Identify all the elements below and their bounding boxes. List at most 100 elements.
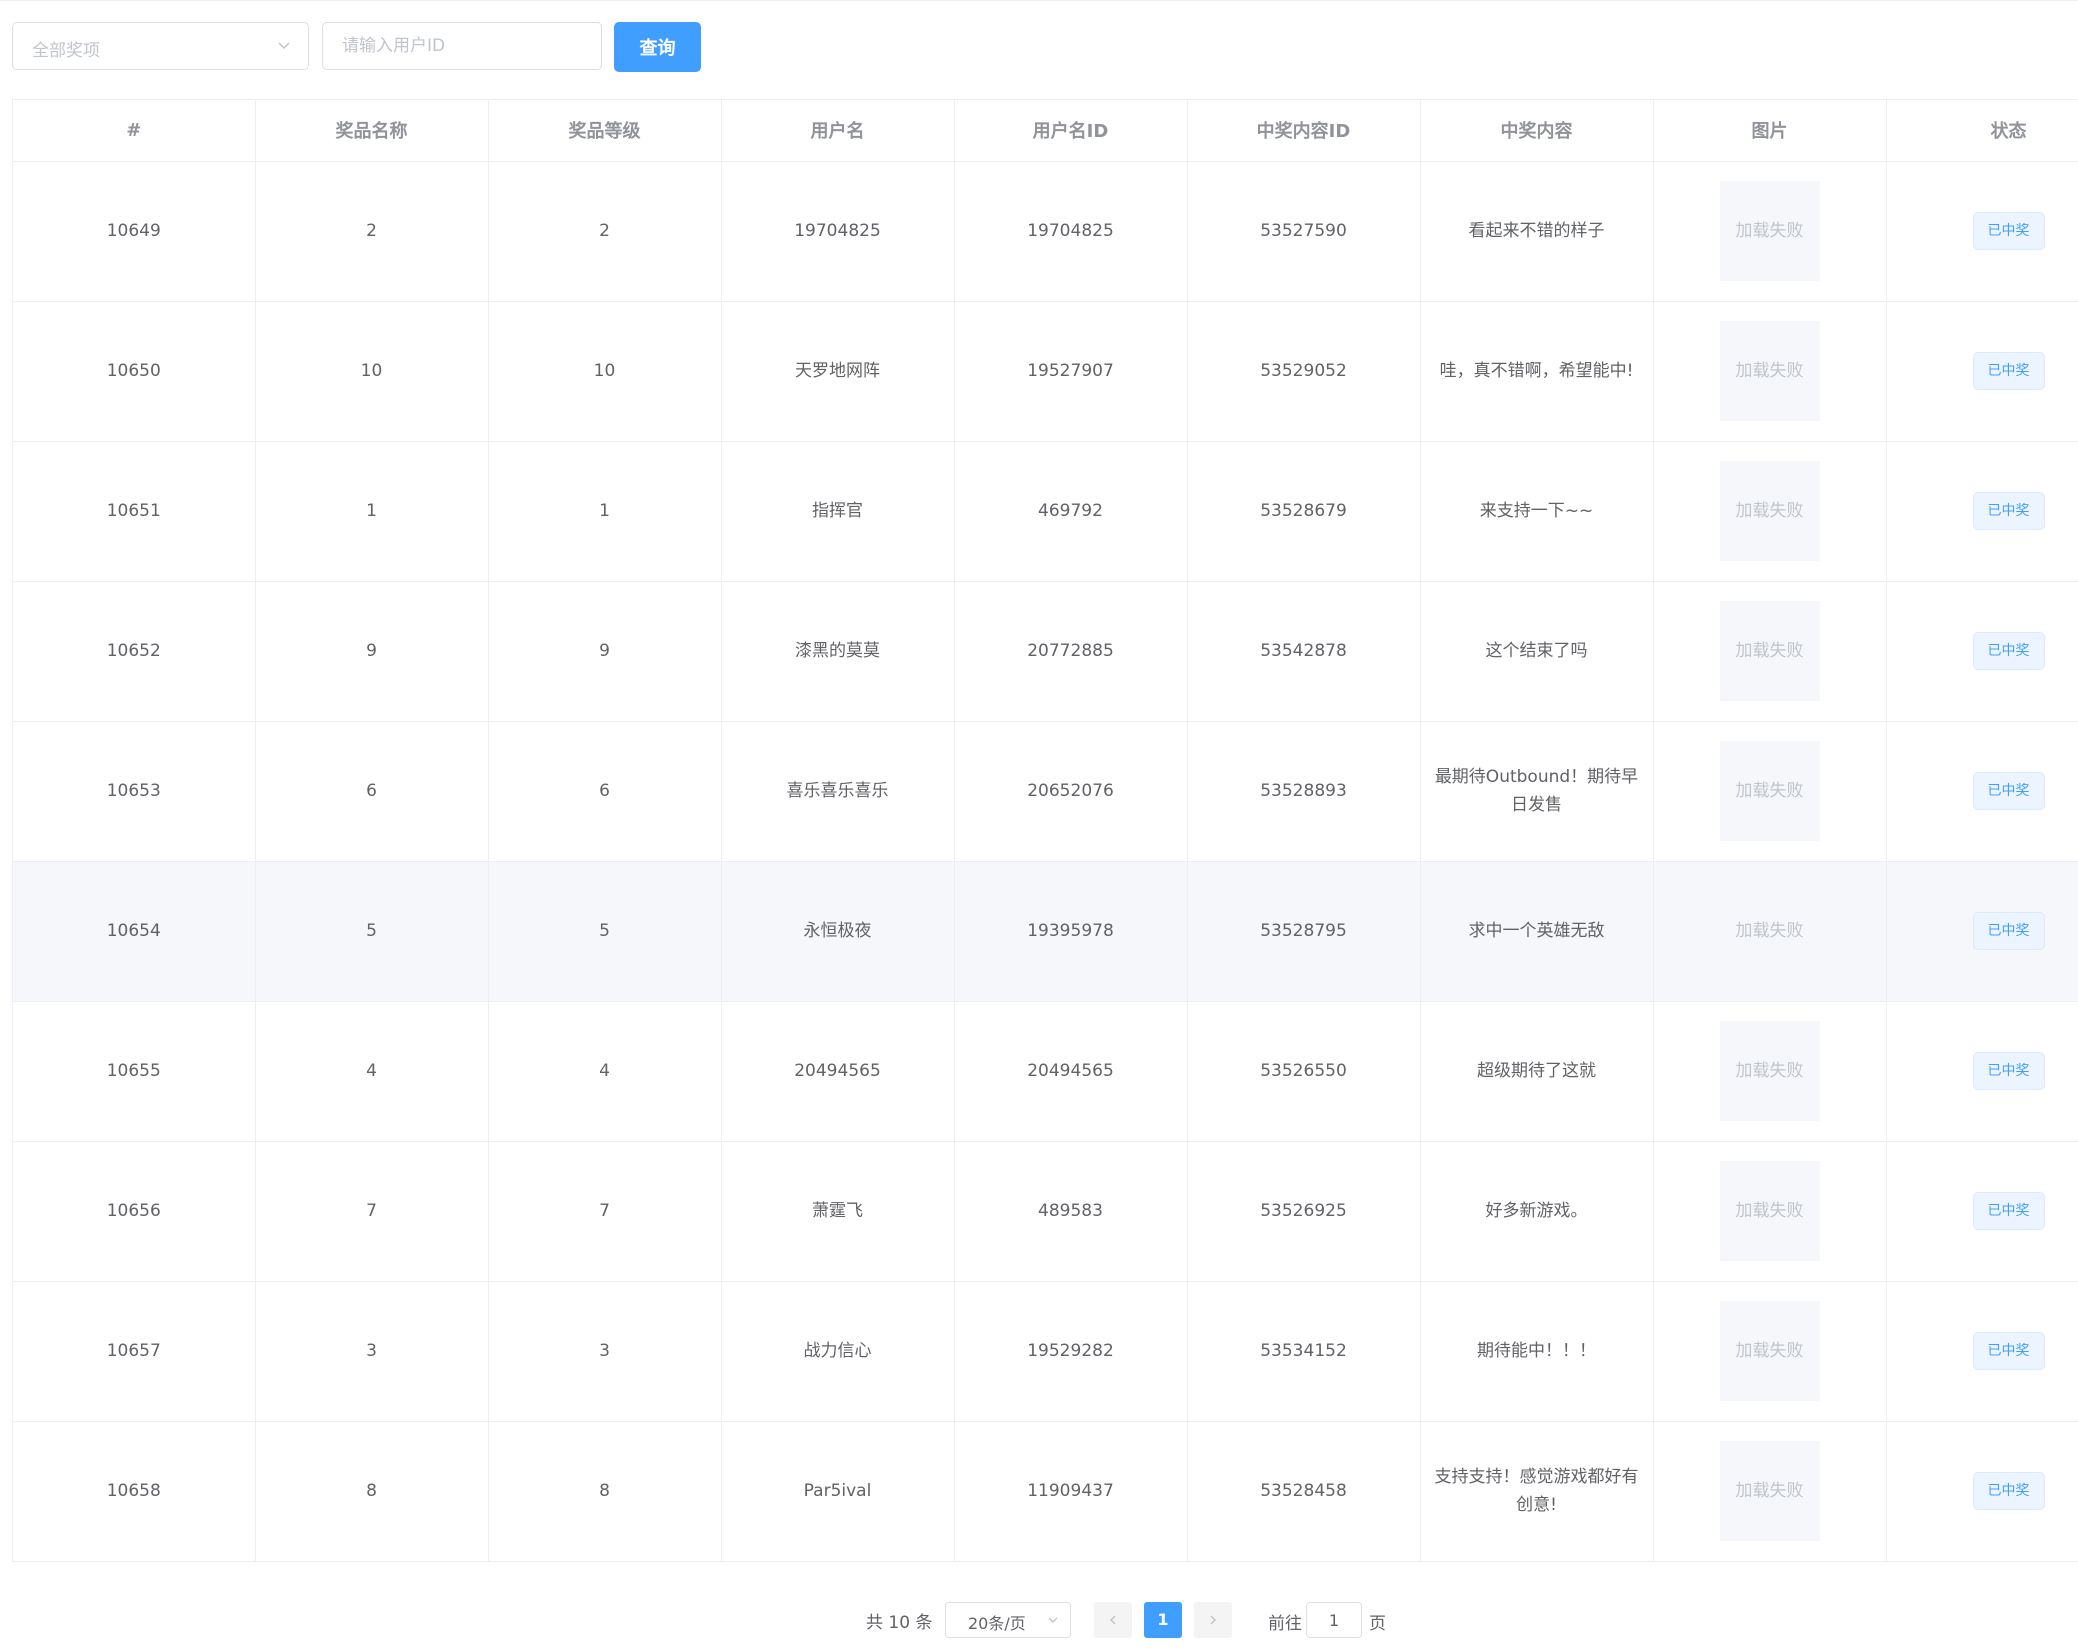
table-row[interactable]: 10656 7 7 萧霆飞 489583 53526925 好多新游戏。 加载失败 已中奖 bbox=[13, 1141, 2078, 1282]
cell-content: 支持支持！感觉游戏都好有创意! bbox=[1420, 1421, 1654, 1562]
goto-page-input[interactable] bbox=[1306, 1602, 1362, 1638]
prev-page-button[interactable] bbox=[1094, 1602, 1132, 1638]
cell-index: 10657 bbox=[13, 1281, 256, 1422]
status-badge: 已中奖 bbox=[1972, 772, 2045, 810]
column-header-content: 中奖内容 bbox=[1420, 100, 1654, 162]
cell-content: 来支持一下~~ bbox=[1420, 441, 1654, 582]
cell-content: 好多新游戏。 bbox=[1420, 1141, 1654, 1282]
cell-image: 加载失败 bbox=[1653, 581, 1887, 722]
cell-prize-name: 2 bbox=[255, 161, 489, 302]
cell-prize-name: 5 bbox=[255, 861, 489, 1002]
cell-image: 加载失败 bbox=[1653, 861, 1887, 1002]
cell-image: 加载失败 bbox=[1653, 1281, 1887, 1422]
query-button[interactable]: 查询 bbox=[614, 22, 701, 72]
cell-content: 期待能中！！！ bbox=[1420, 1281, 1654, 1422]
cell-content-id: 53534152 bbox=[1187, 1281, 1421, 1422]
cell-prize-level: 2 bbox=[488, 161, 722, 302]
cell-index: 10658 bbox=[13, 1421, 256, 1562]
chevron-down-icon bbox=[1048, 1617, 1058, 1623]
cell-user-id: 19395978 bbox=[954, 861, 1188, 1002]
cell-index: 10650 bbox=[13, 301, 256, 442]
cell-status: 已中奖 bbox=[1886, 161, 2078, 302]
table-row[interactable]: 10658 8 8 Par5ival 11909437 53528458 支持支持！感觉游戏… bbox=[13, 1421, 2078, 1562]
cell-prize-level: 9 bbox=[488, 581, 722, 722]
page-suffix-label: 页 bbox=[1369, 1614, 1386, 1634]
image-load-failed: 加载失败 bbox=[1719, 1441, 1820, 1541]
cell-content: 超级期待了这就 bbox=[1420, 1001, 1654, 1142]
filter-toolbar: 全部奖项 查询 bbox=[0, 0, 2078, 97]
prize-filter-select[interactable]: 全部奖项 bbox=[12, 22, 309, 70]
cell-prize-name: 9 bbox=[255, 581, 489, 722]
cell-prize-level: 10 bbox=[488, 301, 722, 442]
cell-content-id: 53529052 bbox=[1187, 301, 1421, 442]
image-load-failed: 加载失败 bbox=[1719, 461, 1820, 561]
page-number-button[interactable]: 1 bbox=[1144, 1602, 1182, 1638]
cell-image: 加载失败 bbox=[1653, 441, 1887, 582]
next-page-button[interactable] bbox=[1194, 1602, 1232, 1638]
status-badge: 已中奖 bbox=[1972, 1472, 2045, 1510]
column-header-status: 状态 bbox=[1886, 100, 2078, 162]
cell-prize-name: 3 bbox=[255, 1281, 489, 1422]
cell-user-id: 11909437 bbox=[954, 1421, 1188, 1562]
cell-index: 10649 bbox=[13, 161, 256, 302]
image-load-failed: 加载失败 bbox=[1719, 1301, 1820, 1401]
status-badge: 已中奖 bbox=[1972, 212, 2045, 250]
cell-content: 看起来不错的样子 bbox=[1420, 161, 1654, 302]
user-id-input[interactable] bbox=[322, 22, 602, 70]
table-row[interactable]: 10653 6 6 喜乐喜乐喜乐 20652076 53528893 最期待Outbound… bbox=[13, 721, 2078, 862]
cell-username: 喜乐喜乐喜乐 bbox=[721, 721, 955, 862]
table-row[interactable]: 10650 10 10 天罗地网阵 19527907 53529052 哇，真不错啊，希望能… bbox=[13, 301, 2078, 442]
cell-image: 加载失败 bbox=[1653, 301, 1887, 442]
cell-username: 萧霆飞 bbox=[721, 1141, 955, 1282]
cell-index: 10656 bbox=[13, 1141, 256, 1282]
status-badge: 已中奖 bbox=[1972, 1332, 2045, 1370]
cell-content-id: 53528679 bbox=[1187, 441, 1421, 582]
cell-username: 19704825 bbox=[721, 161, 955, 302]
cell-prize-name: 6 bbox=[255, 721, 489, 862]
cell-content: 哇，真不错啊，希望能中! bbox=[1420, 301, 1654, 442]
cell-prize-level: 6 bbox=[488, 721, 722, 862]
cell-username: 漆黑的莫莫 bbox=[721, 581, 955, 722]
cell-status: 已中奖 bbox=[1886, 1001, 2078, 1142]
cell-content: 这个结束了吗 bbox=[1420, 581, 1654, 722]
cell-status: 已中奖 bbox=[1886, 1421, 2078, 1562]
column-header-image: 图片 bbox=[1653, 100, 1887, 162]
cell-username: 指挥官 bbox=[721, 441, 955, 582]
table-row[interactable]: 10652 9 9 漆黑的莫莫 20772885 53542878 这个结束了吗 加载失败 已中… bbox=[13, 581, 2078, 722]
cell-username: 天罗地网阵 bbox=[721, 301, 955, 442]
cell-prize-name: 8 bbox=[255, 1421, 489, 1562]
page-size-select[interactable]: 20条/页 bbox=[945, 1602, 1071, 1638]
cell-index: 10651 bbox=[13, 441, 256, 582]
pagination-total: 共 10 条 bbox=[866, 1613, 933, 1633]
table-row[interactable]: 10655 4 4 20494565 20494565 53526550 超级期待了这就 加载… bbox=[13, 1001, 2078, 1142]
table-row[interactable]: 10654 5 5 永恒极夜 19395978 53528795 求中一个英雄无敌 加载失败已… bbox=[13, 861, 2078, 1002]
cell-user-id: 19704825 bbox=[954, 161, 1188, 302]
cell-index: 10654 bbox=[13, 861, 256, 1002]
cell-content-id: 53528795 bbox=[1187, 861, 1421, 1002]
cell-user-id: 19529282 bbox=[954, 1281, 1188, 1422]
cell-content-id: 53528458 bbox=[1187, 1421, 1421, 1562]
pagination: 共 10 条 20条/页 1 前往 页 bbox=[0, 1602, 2078, 1638]
cell-image: 加载失败 bbox=[1653, 721, 1887, 862]
table-row[interactable]: 10649 2 2 19704825 19704825 53527590 看起来不错的样子加… bbox=[13, 161, 2078, 302]
cell-user-id: 20652076 bbox=[954, 721, 1188, 862]
image-load-failed: 加载失败 bbox=[1719, 601, 1820, 701]
results-table: # 奖品名称 奖品等级 用户名 用户名ID 中奖内容ID 中奖内容 图片 状态 … bbox=[12, 99, 2078, 1562]
cell-prize-level: 4 bbox=[488, 1001, 722, 1142]
cell-index: 10655 bbox=[13, 1001, 256, 1142]
image-load-failed: 加载失败 bbox=[1719, 321, 1820, 421]
cell-content-id: 53527590 bbox=[1187, 161, 1421, 302]
table-row[interactable]: 10651 1 1 指挥官 469792 53528679 来支持一下~~ 加载失败 已中奖 bbox=[13, 441, 2078, 582]
cell-content: 最期待Outbound！期待早日发售 bbox=[1420, 721, 1654, 862]
image-load-failed: 加载失败 bbox=[1719, 741, 1820, 841]
cell-prize-level: 8 bbox=[488, 1421, 722, 1562]
table-row[interactable]: 10657 3 3 战力信心 19529282 53534152 期待能中！！！ 加载失败 已中… bbox=[13, 1281, 2078, 1422]
cell-status: 已中奖 bbox=[1886, 1281, 2078, 1422]
cell-prize-level: 7 bbox=[488, 1141, 722, 1282]
image-load-failed: 加载失败 bbox=[1719, 1021, 1820, 1121]
chevron-down-icon bbox=[278, 42, 290, 50]
cell-status: 已中奖 bbox=[1886, 721, 2078, 862]
cell-content-id: 53542878 bbox=[1187, 581, 1421, 722]
goto-label: 前往 bbox=[1268, 1614, 1302, 1634]
column-header-user-id: 用户名ID bbox=[954, 100, 1188, 162]
